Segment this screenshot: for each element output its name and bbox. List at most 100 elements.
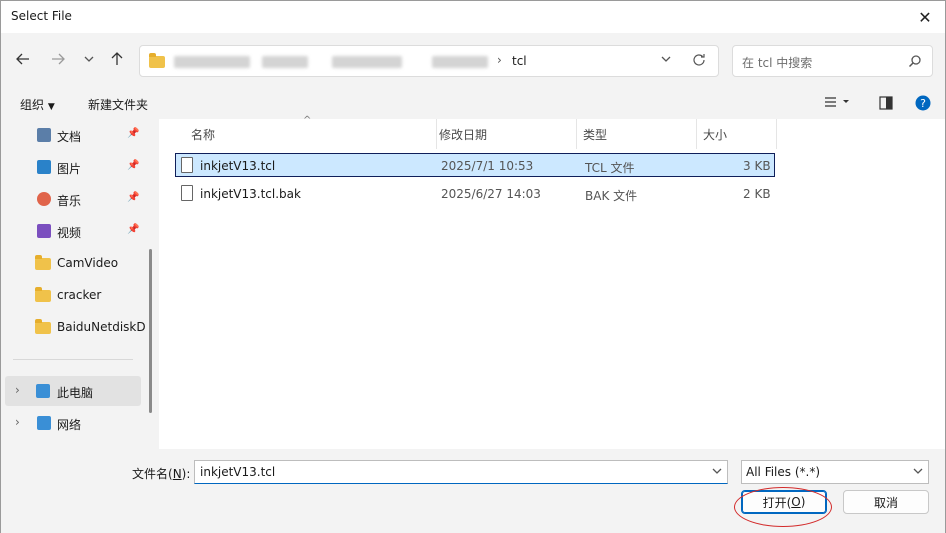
- sidebar-item-network[interactable]: › 网络: [1, 408, 145, 438]
- pictures-icon: [37, 160, 51, 174]
- music-icon: [37, 192, 51, 206]
- window-title: Select File: [11, 9, 72, 23]
- back-arrow-icon[interactable]: [11, 47, 35, 71]
- sidebar-scrollbar[interactable]: [149, 249, 152, 413]
- refresh-icon[interactable]: [692, 53, 706, 70]
- sidebar-item-label: CamVideo: [57, 256, 119, 270]
- command-bar: 组织 ▼ 新建文件夹 ?: [1, 87, 945, 119]
- column-header-label: 类型: [583, 128, 608, 142]
- view-options-icon[interactable]: [823, 95, 851, 112]
- sidebar-item-videos[interactable]: 视频 📌: [1, 216, 145, 246]
- new-folder-button[interactable]: 新建文件夹: [88, 96, 148, 113]
- search-placeholder: 在 tcl 中搜索: [742, 56, 813, 70]
- blurred-path-segment: [432, 56, 488, 68]
- column-header-label: 修改日期: [439, 128, 488, 142]
- documents-icon: [37, 128, 51, 142]
- title-bar: Select File ✕: [1, 1, 945, 33]
- cancel-button[interactable]: 取消: [843, 490, 929, 514]
- folder-icon: [35, 319, 51, 334]
- breadcrumb-current[interactable]: tcl: [512, 54, 527, 68]
- this-pc-icon: [36, 384, 50, 398]
- recent-locations-chevron-icon[interactable]: [77, 47, 101, 71]
- table-row[interactable]: inkjetV13.tcl 2025/7/1 10:53 TCL 文件 3 KB: [175, 153, 775, 177]
- column-header-modified[interactable]: 修改日期: [433, 119, 577, 149]
- address-bar[interactable]: › tcl: [139, 45, 719, 77]
- sidebar-divider: [13, 359, 133, 360]
- folder-icon: [149, 53, 165, 68]
- filename-mnemonic: N: [172, 467, 182, 481]
- navigation-bar: › tcl 在 tcl 中搜索: [1, 33, 945, 87]
- folder-icon: [35, 255, 51, 270]
- file-size: 3 KB: [743, 159, 771, 173]
- filename-value: inkjetV13.tcl: [200, 465, 276, 479]
- help-icon[interactable]: ?: [915, 95, 931, 114]
- sidebar-item-camvideo[interactable]: CamVideo: [1, 248, 145, 278]
- network-icon: [37, 416, 51, 430]
- pin-icon: 📌: [127, 192, 140, 203]
- close-icon[interactable]: ✕: [911, 4, 939, 30]
- search-box[interactable]: 在 tcl 中搜索: [732, 45, 933, 77]
- table-row[interactable]: inkjetV13.tcl.bak 2025/6/27 14:03 BAK 文件…: [175, 181, 775, 205]
- file-icon: [181, 157, 193, 173]
- file-icon: [181, 185, 193, 201]
- column-header-label: 大小: [703, 128, 728, 142]
- column-header-label: 名称: [191, 128, 216, 142]
- svg-text:?: ?: [920, 97, 926, 110]
- videos-icon: [37, 224, 51, 238]
- column-header-type[interactable]: 类型: [577, 119, 697, 149]
- filter-value: All Files (*.*): [746, 465, 821, 479]
- forward-arrow-icon[interactable]: [46, 47, 70, 71]
- annotation-circle: [734, 487, 832, 527]
- pin-icon: 📌: [127, 160, 140, 171]
- sidebar-item-label: 网络: [57, 418, 82, 432]
- file-name: inkjetV13.tcl.bak: [200, 187, 301, 201]
- sidebar-item-label: cracker: [57, 288, 102, 302]
- sort-ascending-icon: ^: [303, 115, 312, 126]
- folder-icon: [35, 287, 51, 302]
- sidebar-item-label: 文档: [57, 130, 82, 144]
- file-type: TCL 文件: [585, 161, 635, 175]
- sidebar-item-this-pc[interactable]: › 此电脑: [5, 376, 141, 406]
- sidebar-item-pictures[interactable]: 图片 📌: [1, 152, 145, 182]
- organize-label: 组织: [20, 98, 45, 112]
- address-dropdown-icon[interactable]: [660, 53, 672, 68]
- column-header-name[interactable]: 名称 ^: [185, 115, 437, 149]
- up-arrow-icon[interactable]: [105, 47, 129, 71]
- filename-input[interactable]: inkjetV13.tcl: [194, 460, 728, 484]
- search-icon[interactable]: [908, 54, 922, 71]
- file-name: inkjetV13.tcl: [200, 159, 276, 173]
- filter-dropdown-icon[interactable]: [912, 465, 924, 480]
- sidebar-item-label: 图片: [57, 162, 82, 176]
- filename-label-end: ):: [181, 467, 191, 481]
- file-type: BAK 文件: [585, 189, 638, 203]
- sidebar-item-label: 视频: [57, 226, 82, 240]
- column-header-size[interactable]: 大小: [697, 119, 777, 149]
- sidebar-item-music[interactable]: 音乐 📌: [1, 184, 145, 214]
- file-dialog-window: Select File ✕ › tcl 在 tcl 中搜索 组织 ▼ 新建文件夹…: [0, 0, 946, 533]
- file-size: 2 KB: [743, 187, 771, 201]
- sidebar-item-label: 此电脑: [57, 386, 94, 400]
- sidebar-item-label: BaiduNetdiskD: [57, 320, 146, 334]
- sidebar-item-documents[interactable]: 文档 📌: [1, 120, 145, 150]
- file-modified: 2025/7/1 10:53: [441, 159, 534, 173]
- file-modified: 2025/6/27 14:03: [441, 187, 541, 201]
- organize-menu[interactable]: 组织 ▼: [20, 96, 55, 113]
- pin-icon: 📌: [127, 128, 140, 139]
- preview-pane-icon[interactable]: [879, 96, 893, 113]
- filename-dropdown-icon[interactable]: [711, 465, 723, 480]
- filename-label: 文件名(N):: [132, 465, 190, 482]
- expand-chevron-icon[interactable]: ›: [15, 415, 20, 429]
- blurred-path-segment: [174, 56, 250, 68]
- file-type-filter[interactable]: All Files (*.*): [741, 460, 929, 484]
- file-list: 名称 ^ 修改日期 类型 大小 inkjetV13.tcl 2025/7/1 1…: [159, 115, 945, 449]
- navigation-pane: 文档 📌 图片 📌 音乐 📌 视频 📌 CamVideo cracker Bai…: [1, 119, 159, 449]
- pin-icon: 📌: [127, 224, 140, 235]
- filename-label-text: 文件名(: [132, 467, 173, 481]
- sidebar-item-cracker[interactable]: cracker: [1, 280, 145, 310]
- organize-dropdown-icon: ▼: [47, 102, 55, 112]
- sidebar-item-baidunetdisk[interactable]: BaiduNetdiskD: [1, 312, 146, 342]
- blurred-path-segment: [332, 56, 402, 68]
- breadcrumb-chevron-icon: ›: [497, 53, 502, 67]
- blurred-path-segment: [262, 56, 308, 68]
- expand-chevron-icon[interactable]: ›: [15, 383, 20, 397]
